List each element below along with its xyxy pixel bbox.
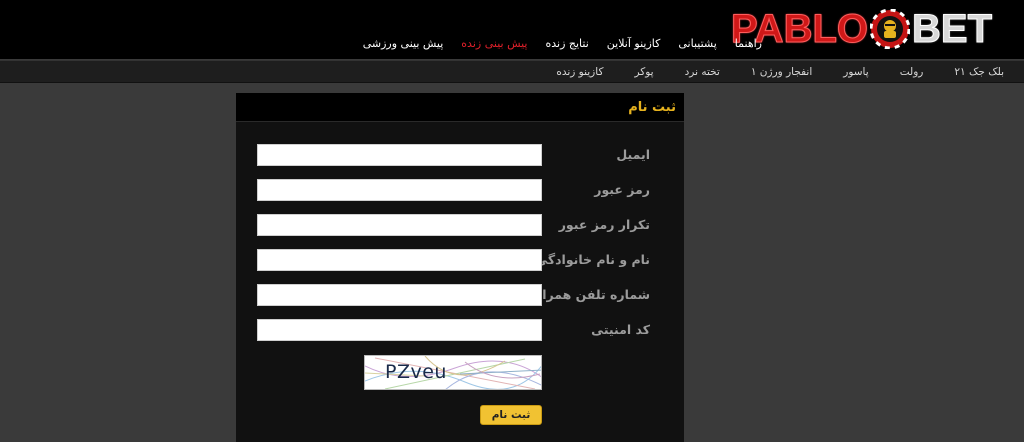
games-subnav: کازینو زنده پوکر تخته نرد انفجار ورژن ۱ … xyxy=(556,61,1004,84)
top-header: PABLO BET پیش بینی ورزشی پیش بینی زنده ن… xyxy=(0,0,1024,59)
subnav-blackjack[interactable]: بلک جک ۲۱ xyxy=(954,61,1004,84)
password-confirm-label: تکرار رمز عبور xyxy=(558,217,650,232)
main-nav-live-prediction[interactable]: پیش بینی زنده xyxy=(461,34,527,54)
registration-header: ثبت نام xyxy=(236,93,684,122)
main-nav-support[interactable]: پشتیبانی xyxy=(678,34,716,54)
captcha-text: PZveu xyxy=(385,361,447,383)
main-nav-live-results[interactable]: نتایج زنده xyxy=(545,34,588,54)
subnav-crash-game[interactable]: انفجار ورژن ۱ xyxy=(751,61,812,84)
subnav-backgammon[interactable]: تخته نرد xyxy=(685,61,720,84)
site-logo[interactable]: PABLO BET xyxy=(730,6,993,52)
games-subnav-bar: کازینو زنده پوکر تخته نرد انفجار ورژن ۱ … xyxy=(0,60,1024,83)
email-field[interactable] xyxy=(257,144,542,166)
password-field[interactable] xyxy=(257,179,542,201)
subnav-live-casino[interactable]: کازینو زنده xyxy=(556,61,603,84)
password-label: رمز عبور xyxy=(594,182,650,197)
form-row-password-confirm: تکرار رمز عبور xyxy=(236,214,684,236)
main-nav-help[interactable]: راهنما xyxy=(735,34,762,54)
main-nav-sports-prediction[interactable]: پیش بینی ورزشی xyxy=(363,34,444,54)
registration-title: ثبت نام xyxy=(628,100,676,115)
registration-panel: ثبت نام ایمیل رمز عبور تکرار رمز عبور نا… xyxy=(236,93,684,442)
subnav-pasur[interactable]: پاسور xyxy=(843,61,868,84)
subnav-poker[interactable]: پوکر xyxy=(634,61,653,84)
logo-text-bet: BET xyxy=(912,7,993,52)
fullname-field[interactable] xyxy=(257,249,542,271)
poker-chip-icon xyxy=(870,9,910,49)
form-row-email: ایمیل xyxy=(236,144,684,166)
phone-label: شماره تلفن همراه xyxy=(534,287,650,302)
form-row-password: رمز عبور xyxy=(236,179,684,201)
subnav-roulette[interactable]: رولت xyxy=(900,61,924,84)
security-code-field[interactable] xyxy=(257,319,542,341)
main-nav: پیش بینی ورزشی پیش بینی زنده نتایج زنده … xyxy=(363,34,762,54)
form-row-security-code: کد امنیتی xyxy=(236,319,684,341)
form-row-phone: شماره تلفن همراه xyxy=(236,284,684,306)
main-nav-online-casino[interactable]: کازینو آنلاین xyxy=(607,34,661,54)
register-submit-button[interactable]: ثبت نام xyxy=(480,405,542,425)
fullname-label: نام و نام خانوادگی xyxy=(535,252,650,267)
password-confirm-field[interactable] xyxy=(257,214,542,236)
email-label: ایمیل xyxy=(616,147,650,162)
form-row-fullname: نام و نام خانوادگی xyxy=(236,249,684,271)
phone-field[interactable] xyxy=(257,284,542,306)
captcha-image: PZveu xyxy=(364,355,542,390)
security-code-label: کد امنیتی xyxy=(591,322,650,337)
